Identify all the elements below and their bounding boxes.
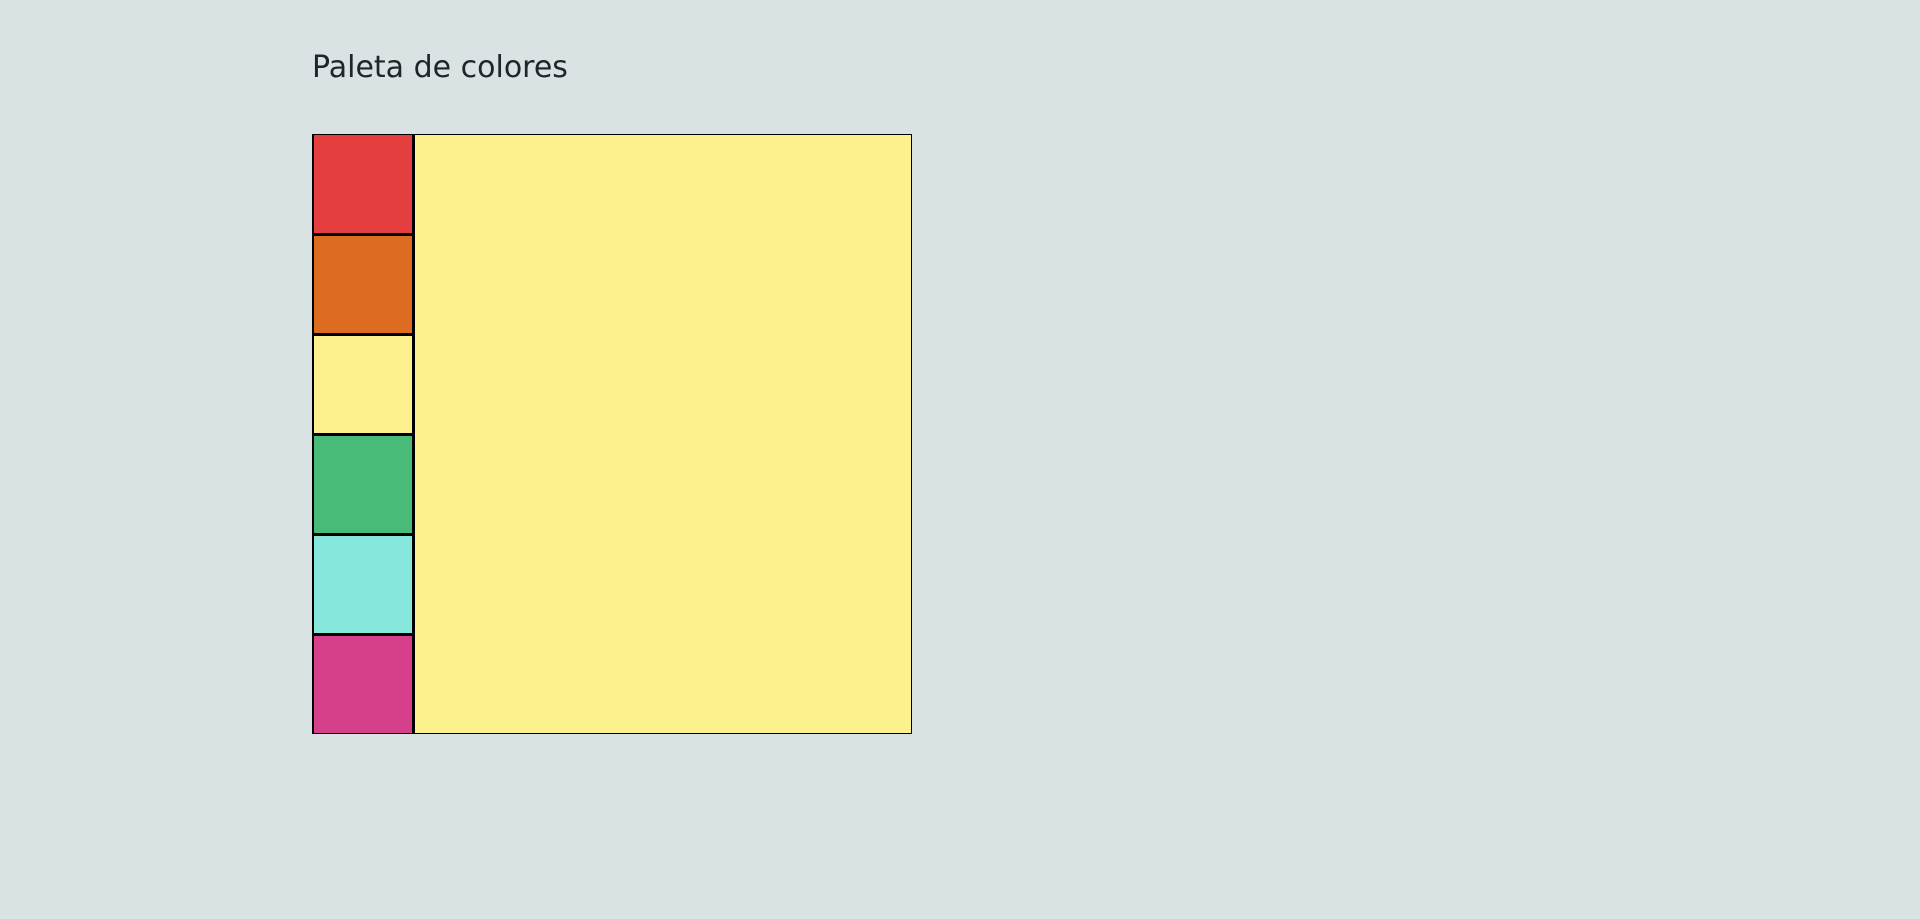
color-swatch-pink[interactable]: [313, 634, 413, 734]
selected-color-preview: [415, 135, 911, 733]
color-swatch-orange[interactable]: [313, 234, 413, 334]
color-swatch-green[interactable]: [313, 434, 413, 534]
page-title: Paleta de colores: [312, 50, 568, 85]
color-swatch-red[interactable]: [313, 135, 413, 234]
color-swatch-yellow[interactable]: [313, 334, 413, 434]
color-palette-board: [312, 134, 912, 734]
color-swatch-teal[interactable]: [313, 534, 413, 634]
swatch-column: [313, 135, 415, 734]
